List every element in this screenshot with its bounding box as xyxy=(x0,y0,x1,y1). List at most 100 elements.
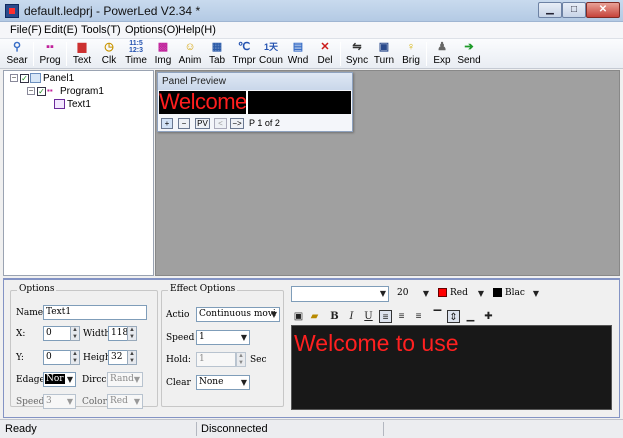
width-field[interactable]: 118 xyxy=(108,326,128,341)
text-color-swatch xyxy=(438,288,447,297)
close-button[interactable]: ✕ xyxy=(586,2,620,18)
editor-text: Welcome to use xyxy=(294,330,459,356)
prev-page-button[interactable]: < xyxy=(214,118,227,129)
direction-select[interactable]: Rand ▼ xyxy=(107,372,143,387)
tree-node-text[interactable]: Text1 xyxy=(54,99,91,110)
title-bar: default.ledprj - PowerLed V2.34 * ▁ □ ✕ xyxy=(0,0,623,22)
action-select[interactable]: Continuous movi ▼ xyxy=(196,307,280,322)
collapse-icon[interactable]: − xyxy=(27,87,35,96)
menu-edit[interactable]: Edit(E) xyxy=(44,24,78,36)
background-color-select[interactable]: Blac ▼ xyxy=(492,286,542,302)
menu-bar: File(F) Edit(E) Tools(T) Options(O) Help… xyxy=(0,22,623,39)
width-stepper[interactable]: ▲ ▼ xyxy=(127,326,137,341)
program-icon: ▪▪ xyxy=(46,41,54,53)
minimize-button[interactable]: ▁ xyxy=(538,2,562,18)
x-field[interactable]: 0 xyxy=(43,326,71,341)
options-group: Options Name: Text1 X: 0 ▲ ▼ Width 118 ▲ ▼… xyxy=(10,284,158,409)
pv-button[interactable]: PV xyxy=(195,118,210,129)
add-icon[interactable]: ✚ xyxy=(482,310,495,323)
panel-preview-window[interactable]: Panel Preview Welcome to use + − PV < −>… xyxy=(157,72,353,132)
y-stepper[interactable]: ▲ ▼ xyxy=(70,350,80,365)
next-page-button[interactable]: −> xyxy=(230,118,244,129)
collapse-icon[interactable]: − xyxy=(10,74,18,83)
search-button[interactable]: ⚲ Sear xyxy=(3,40,31,68)
user-icon: ♟ xyxy=(437,41,447,53)
status-text: Ready xyxy=(5,423,37,435)
hold-field[interactable]: 1 xyxy=(196,352,236,367)
send-button[interactable]: ➔ Send xyxy=(455,40,483,68)
effect-speed-select[interactable]: 1 ▼ xyxy=(196,330,250,345)
led-preview-text: Welcome to use xyxy=(159,91,246,114)
align-left-icon[interactable]: ≡ xyxy=(379,310,392,323)
align-right-icon[interactable]: ≡ xyxy=(412,310,425,323)
font-size-select[interactable]: 20 ▼ xyxy=(394,286,432,302)
maximize-button[interactable]: □ xyxy=(562,2,586,18)
options-speed-select[interactable]: 3 ▼ xyxy=(43,394,76,409)
bulb-icon: ♀ xyxy=(406,41,416,53)
effect-options-group: Effect Options Actio Continuous movi ▼ Sp… xyxy=(161,284,284,407)
italic-button[interactable]: I xyxy=(345,310,358,323)
smiley-icon: ☺ xyxy=(184,41,196,53)
save-icon[interactable]: ▣ xyxy=(292,310,305,323)
panel-icon xyxy=(30,73,41,84)
height-stepper[interactable]: ▲ ▼ xyxy=(127,350,137,365)
clear-select[interactable]: None ▼ xyxy=(196,375,250,390)
zoom-in-button[interactable]: + xyxy=(161,118,173,129)
delete-button[interactable]: ✕ Del xyxy=(311,40,339,68)
hold-stepper[interactable]: ▲ ▼ xyxy=(236,352,246,367)
checkbox-checked-icon[interactable]: ✓ xyxy=(37,86,46,96)
window-icon: ▤ xyxy=(292,41,304,53)
align-bottom-icon[interactable]: ▁ xyxy=(464,310,477,323)
search-icon: ⚲ xyxy=(12,41,22,53)
panel-preview-title: Panel Preview xyxy=(158,73,352,90)
bold-button[interactable]: B xyxy=(328,310,341,323)
menu-file[interactable]: File(F) xyxy=(10,24,42,36)
text-color-select[interactable]: Red ▼ xyxy=(437,286,487,302)
align-middle-icon[interactable]: ⇕ xyxy=(447,310,460,323)
open-folder-icon[interactable]: ▰ xyxy=(308,310,321,323)
tree-node-panel[interactable]: − ✓ Panel1 xyxy=(10,73,74,84)
image-icon: ▩ xyxy=(157,41,169,53)
app-icon xyxy=(5,4,19,18)
monitor-icon: ▣ xyxy=(378,41,390,53)
send-icon: ➔ xyxy=(464,41,474,53)
underline-button[interactable]: U xyxy=(362,310,375,323)
font-select[interactable]: ▼ xyxy=(291,286,389,302)
preview-area: Panel Preview Welcome to use + − PV < −>… xyxy=(155,70,620,276)
connection-status: Disconnected xyxy=(201,423,268,435)
temperature-icon: ℃ xyxy=(237,41,251,53)
menu-help[interactable]: Help(H) xyxy=(178,24,216,36)
menu-options[interactable]: Options(O) xyxy=(125,24,179,36)
name-field[interactable]: Text1 xyxy=(43,305,147,320)
edge-select[interactable]: Nor ▼ xyxy=(43,372,76,387)
align-center-icon[interactable]: ≡ xyxy=(395,310,408,323)
options-color-select[interactable]: Red ▼ xyxy=(107,394,143,409)
project-tree: − ✓ Panel1 − ✓ ▪▪ Program1 Text1 xyxy=(3,70,154,276)
toolbar: ⚲ Sear ▪▪ Prog ▆ Text ◷ Clk 11:5 12:3 Tim… xyxy=(0,39,623,69)
text-item-icon xyxy=(54,99,65,110)
zoom-out-button[interactable]: − xyxy=(178,118,190,129)
clock-icon: ◷ xyxy=(104,41,114,53)
menu-tools[interactable]: Tools(T) xyxy=(81,24,121,36)
checkbox-checked-icon[interactable]: ✓ xyxy=(20,73,29,83)
y-field[interactable]: 0 xyxy=(43,350,71,365)
led-preview-display: Welcome to use xyxy=(159,91,351,114)
align-top-icon[interactable]: ▔ xyxy=(431,310,444,323)
x-stepper[interactable]: ▲ ▼ xyxy=(70,326,80,341)
text-editor-canvas[interactable]: Welcome to use xyxy=(291,325,612,410)
effect-options-title: Effect Options xyxy=(168,284,238,294)
options-title: Options xyxy=(17,284,57,294)
delete-icon: ✕ xyxy=(320,41,330,53)
height-field[interactable]: 32 xyxy=(108,350,128,365)
counter-icon: 1天 xyxy=(264,42,279,52)
window-title: default.ledprj - PowerLed V2.34 * xyxy=(24,4,201,18)
properties-area: Options Name: Text1 X: 0 ▲ ▼ Width 118 ▲ ▼… xyxy=(3,278,620,418)
tree-node-program[interactable]: − ✓ ▪▪ Program1 xyxy=(27,86,104,97)
text-icon: ▆ xyxy=(77,41,87,53)
time-icon: 11:5 12:3 xyxy=(129,40,144,54)
status-bar: Ready Disconnected xyxy=(0,419,623,438)
program-button[interactable]: ▪▪ Prog xyxy=(36,40,64,68)
sync-icon: ⇋ xyxy=(352,41,362,53)
brightness-button[interactable]: ♀ Brig xyxy=(397,40,425,68)
page-indicator: P 1 of 2 xyxy=(249,118,280,128)
